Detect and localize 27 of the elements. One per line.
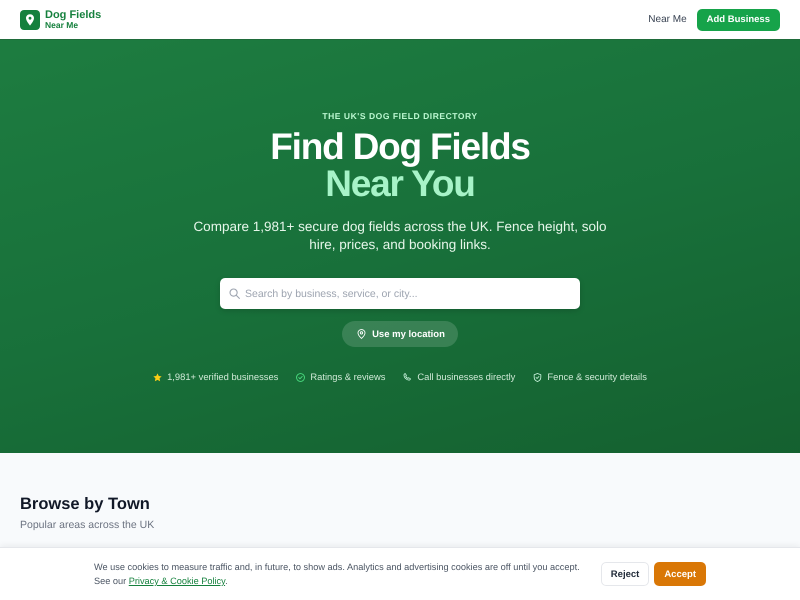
hero-eyebrow: THE UK'S DOG FIELD DIRECTORY (322, 111, 478, 122)
section-title: Browse by Town (20, 494, 151, 514)
check-circle-icon (296, 372, 306, 382)
hero-title: Find Dog Fields (270, 128, 530, 165)
cookie-policy-note: See our Privacy & Cookie Policy. (94, 575, 229, 588)
feature-label: Ratings & reviews (310, 371, 386, 383)
map-pin-icon (357, 329, 366, 339)
map-pin-logo-icon (20, 10, 40, 30)
star-icon (153, 372, 162, 382)
feature-label: Fence & security details (547, 371, 647, 383)
logo-title[interactable]: Dog Fields (45, 10, 102, 21)
logo-subtitle[interactable]: Near Me (45, 20, 102, 30)
use-location-button[interactable]: Use my location (342, 321, 458, 347)
reject-button[interactable]: Reject (600, 562, 650, 586)
privacy-policy-link[interactable]: Privacy & Cookie Policy (128, 576, 226, 586)
feature-label: 1,981+ verified businesses (167, 371, 278, 383)
search-icon (229, 288, 240, 299)
feature-label: Call businesses directly (417, 371, 516, 383)
hero-subtitle: Compare 1,981+ secure dog fields across the UK. Fence height, solo hire, prices, and booking links. (192, 218, 608, 253)
search-field[interactable]: Search by business, service, or city... (220, 278, 580, 309)
add-business-button[interactable]: Add Business (696, 8, 780, 30)
phone-icon (403, 372, 412, 382)
section-subtitle: Popular areas across the UK (20, 519, 156, 532)
cookie-message: We use cookies to measure traffic and, in future, to show ads. Analytics and advertising cookies are off until you accept. (94, 561, 580, 574)
accept-button[interactable]: Accept (654, 562, 706, 586)
nav-link[interactable]: Near Me (648, 12, 687, 27)
shield-check-icon (533, 372, 542, 382)
